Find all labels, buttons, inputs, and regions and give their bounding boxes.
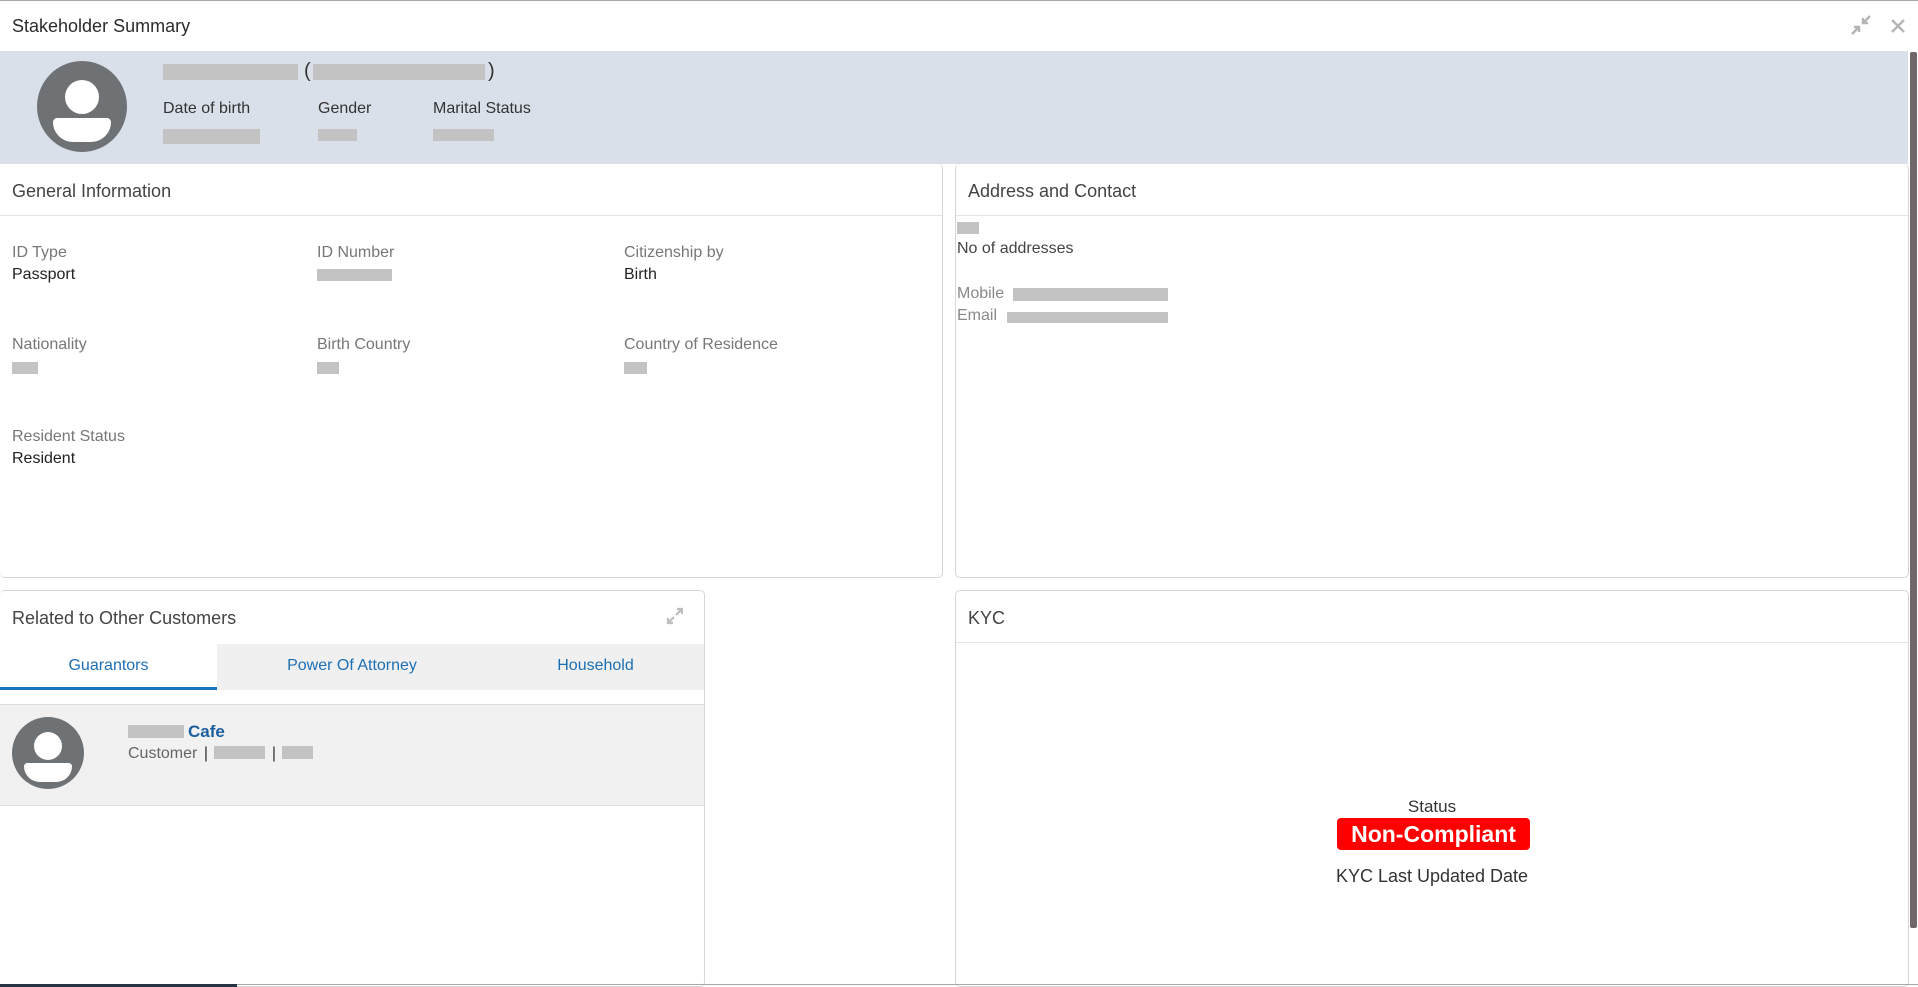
nationality-label: Nationality bbox=[12, 336, 87, 353]
email-label: Email bbox=[957, 307, 998, 324]
mobile-label: Mobile bbox=[957, 285, 1005, 302]
related-customers-card: Related to Other Customers Guarantors Po… bbox=[0, 590, 705, 987]
open-paren: ( bbox=[304, 60, 311, 82]
dob-label: Date of birth bbox=[163, 100, 251, 117]
window-title: Stakeholder Summary bbox=[12, 16, 191, 36]
mobile-value bbox=[1013, 288, 1168, 301]
user-avatar-icon bbox=[37, 61, 127, 152]
address-count-label: No of addresses bbox=[957, 240, 1074, 257]
scrollbar-thumb[interactable] bbox=[1910, 52, 1917, 928]
id-number-value bbox=[317, 269, 392, 281]
card-title: Related to Other Customers bbox=[12, 608, 237, 628]
window-top-border bbox=[0, 0, 1918, 1]
id-type-label: ID Type bbox=[12, 244, 67, 261]
customer-id bbox=[313, 64, 485, 80]
separator: | bbox=[203, 745, 208, 762]
kyc-card: KYC Status Non-Compliant KYC Last Update… bbox=[955, 590, 1909, 987]
marital-status-label: Marital Status bbox=[433, 100, 531, 117]
email-value bbox=[1007, 312, 1168, 323]
divider bbox=[0, 215, 942, 216]
customer-name bbox=[163, 64, 298, 80]
list-item[interactable]: Cafe Customer | | bbox=[0, 704, 704, 806]
gender-label: Gender bbox=[318, 100, 372, 117]
tab-power-of-attorney[interactable]: Power Of Attorney bbox=[217, 644, 487, 690]
separator: | bbox=[271, 745, 277, 762]
divider bbox=[956, 642, 1908, 643]
window-bottom-border bbox=[0, 984, 1918, 985]
country-of-residence-value bbox=[624, 362, 647, 374]
resident-status-label: Resident Status bbox=[12, 428, 125, 445]
relationship-tabs: Guarantors Power Of Attorney Household bbox=[0, 644, 704, 690]
id-type-value: Passport bbox=[12, 266, 76, 283]
resident-status-value: Resident bbox=[12, 450, 76, 467]
card-title: General Information bbox=[12, 181, 172, 201]
card-title: Address and Contact bbox=[968, 181, 1137, 201]
dob-value bbox=[163, 129, 260, 144]
status-badge: Non-Compliant bbox=[1337, 818, 1530, 850]
general-information-card: General Information ID Type Passport ID … bbox=[0, 164, 943, 578]
user-avatar-icon bbox=[12, 717, 84, 789]
tab-household[interactable]: Household bbox=[487, 644, 704, 690]
gender-value bbox=[318, 129, 357, 141]
citizenship-label: Citizenship by bbox=[624, 244, 724, 261]
collapse-arrows-icon[interactable] bbox=[1850, 14, 1872, 36]
related-customer-name-link[interactable]: Cafe bbox=[188, 722, 225, 742]
birth-country-label: Birth Country bbox=[317, 336, 411, 353]
customer-type: Customer bbox=[128, 745, 198, 762]
close-icon[interactable] bbox=[1888, 14, 1908, 36]
birth-country-value bbox=[317, 362, 339, 374]
card-title: KYC bbox=[968, 608, 1006, 628]
country-of-residence-label: Country of Residence bbox=[624, 336, 778, 353]
citizenship-value: Birth bbox=[624, 266, 657, 283]
related-name-prefix bbox=[128, 725, 184, 738]
kyc-last-updated-label: KYC Last Updated Date bbox=[1335, 866, 1529, 886]
nationality-value bbox=[12, 362, 38, 374]
related-customer-details: Customer | | bbox=[128, 745, 314, 763]
tab-guarantors[interactable]: Guarantors bbox=[0, 644, 217, 690]
divider bbox=[956, 215, 1908, 216]
kyc-status-label: Status bbox=[1407, 797, 1457, 816]
address-count bbox=[957, 222, 979, 234]
close-paren: ) bbox=[488, 60, 495, 82]
address-contact-card: Address and Contact No of addresses Mobi… bbox=[955, 164, 1909, 578]
related-detail-1 bbox=[214, 746, 266, 759]
id-number-label: ID Number bbox=[317, 244, 395, 261]
expand-arrows-icon[interactable] bbox=[666, 607, 684, 625]
related-detail-2 bbox=[282, 746, 314, 759]
marital-status-value bbox=[433, 129, 494, 141]
